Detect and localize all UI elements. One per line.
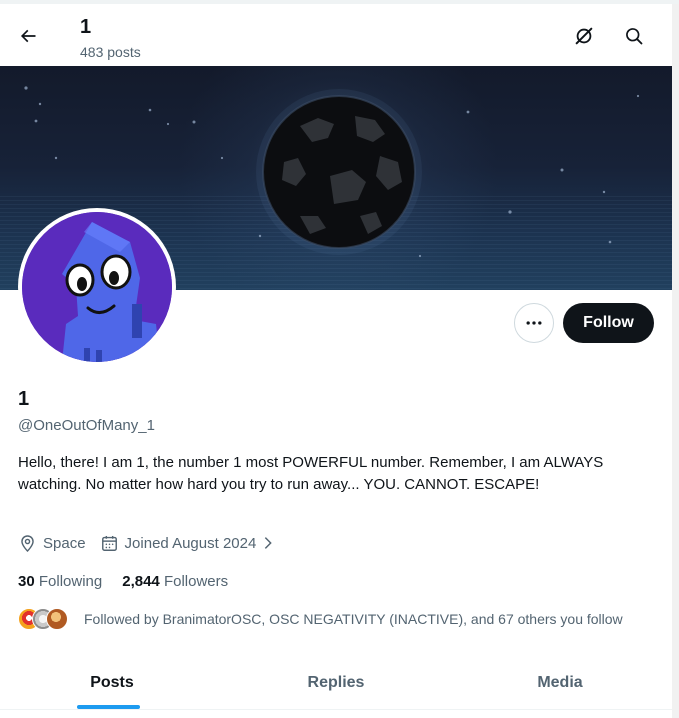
avatar-image — [22, 212, 172, 362]
followers-count: 2,844 — [122, 573, 160, 590]
back-button[interactable] — [10, 18, 46, 54]
followers-link[interactable]: 2,844 Followers — [122, 572, 228, 592]
following-link[interactable]: 30 Following — [18, 572, 102, 592]
follow-stats: 30 Following 2,844 Followers — [18, 572, 248, 592]
page-scrollbar[interactable] — [672, 4, 679, 718]
search-button[interactable] — [616, 18, 652, 54]
followed-by-row[interactable]: Followed by BranimatorOSC, OSC NEGATIVIT… — [18, 606, 623, 632]
followers-label: Followers — [163, 573, 229, 590]
arrow-left-icon — [20, 29, 36, 43]
more-options-button[interactable] — [514, 303, 554, 343]
joined-item[interactable]: Joined August 2024 — [100, 534, 277, 553]
following-count: 30 — [18, 573, 35, 590]
follower-avatar-3 — [46, 608, 68, 630]
tab-replies-label: Replies — [307, 673, 365, 691]
location-item: Space — [18, 534, 86, 553]
profile-tabs: Posts Replies Media — [0, 656, 672, 710]
tab-posts[interactable]: Posts — [0, 656, 224, 709]
profile-avatar[interactable] — [18, 208, 176, 366]
grok-button[interactable] — [566, 18, 602, 54]
display-name: 1 — [18, 388, 30, 410]
following-label: Following — [38, 573, 103, 590]
location-pin-icon — [21, 534, 34, 552]
active-tab-indicator — [77, 705, 140, 709]
profile-meta: Space Joined August 2024 — [18, 532, 290, 554]
tab-media[interactable]: Media — [448, 656, 672, 709]
location-text: Space — [43, 534, 86, 552]
avatar-character-image — [22, 212, 172, 362]
user-handle: @OneOutOfMany_1 — [18, 417, 155, 434]
joined-text: Joined August 2024 — [124, 534, 257, 552]
grok-icon — [575, 27, 593, 45]
follow-button[interactable]: Follow — [563, 303, 654, 343]
tab-media-label: Media — [537, 673, 583, 691]
tab-posts-label: Posts — [90, 673, 134, 691]
followed-by-text: Followed by BranimatorOSC, OSC NEGATIVIT… — [84, 611, 623, 627]
profile-bio: Hello, there! I am 1, the number 1 most … — [18, 454, 604, 493]
profile-header: 1 483 posts — [0, 4, 679, 66]
chevron-right-icon — [265, 537, 273, 549]
calendar-icon — [101, 535, 117, 551]
tab-replies[interactable]: Replies — [224, 656, 448, 709]
post-count: 483 posts — [80, 44, 141, 60]
header-title: 1 — [80, 16, 92, 38]
more-horizontal-icon — [526, 321, 542, 325]
search-icon — [626, 28, 643, 45]
